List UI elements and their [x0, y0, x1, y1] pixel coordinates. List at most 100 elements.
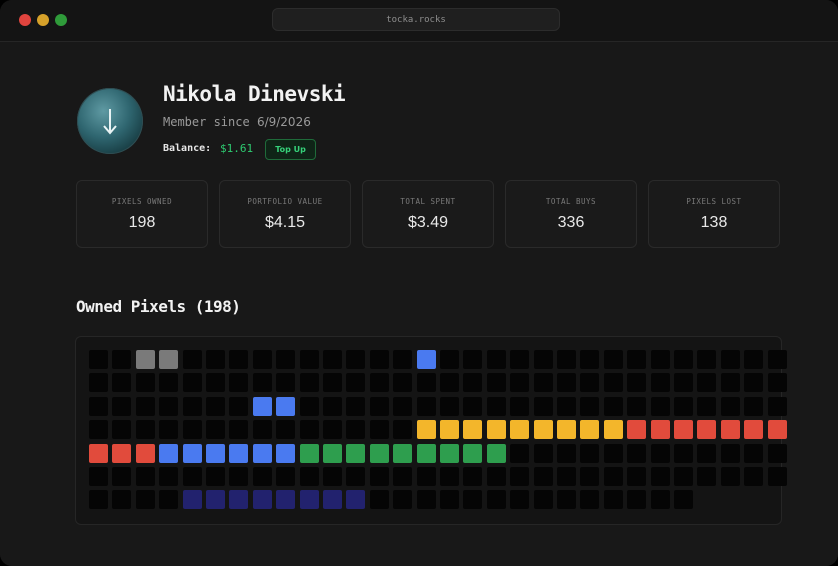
- owned-pixel-cell[interactable]: [744, 420, 764, 440]
- owned-pixel-cell[interactable]: [323, 443, 342, 463]
- owned-pixel-cell[interactable]: [229, 490, 249, 510]
- empty-pixel-cell[interactable]: [697, 396, 717, 416]
- owned-pixel-cell[interactable]: [603, 420, 623, 440]
- empty-pixel-cell[interactable]: [720, 373, 740, 393]
- empty-pixel-cell[interactable]: [767, 467, 787, 486]
- owned-pixel-cell[interactable]: [206, 490, 225, 510]
- empty-pixel-cell[interactable]: [369, 420, 389, 440]
- owned-pixel-cell[interactable]: [252, 490, 272, 510]
- owned-pixel-cell[interactable]: [229, 443, 249, 463]
- empty-pixel-cell[interactable]: [557, 443, 576, 463]
- empty-pixel-cell[interactable]: [557, 490, 576, 510]
- empty-pixel-cell[interactable]: [557, 373, 576, 393]
- empty-pixel-cell[interactable]: [346, 467, 366, 486]
- empty-pixel-cell[interactable]: [580, 443, 600, 463]
- owned-pixel-cell[interactable]: [440, 443, 459, 463]
- owned-pixel-cell[interactable]: [416, 420, 436, 440]
- empty-pixel-cell[interactable]: [627, 490, 647, 510]
- empty-pixel-cell[interactable]: [510, 467, 530, 486]
- empty-pixel-cell[interactable]: [486, 467, 506, 486]
- owned-pixel-cell[interactable]: [416, 443, 436, 463]
- empty-pixel-cell[interactable]: [533, 350, 553, 369]
- owned-pixel-cell[interactable]: [440, 420, 459, 440]
- empty-pixel-cell[interactable]: [557, 396, 576, 416]
- empty-pixel-cell[interactable]: [135, 420, 155, 440]
- empty-pixel-cell[interactable]: [135, 490, 155, 510]
- owned-pixel-cell[interactable]: [650, 420, 670, 440]
- empty-pixel-cell[interactable]: [557, 350, 576, 369]
- empty-pixel-cell[interactable]: [650, 373, 670, 393]
- empty-pixel-cell[interactable]: [720, 443, 740, 463]
- empty-pixel-cell[interactable]: [557, 467, 576, 486]
- empty-pixel-cell[interactable]: [697, 467, 717, 486]
- empty-pixel-cell[interactable]: [533, 443, 553, 463]
- empty-pixel-cell[interactable]: [720, 396, 740, 416]
- owned-pixel-cell[interactable]: [135, 443, 155, 463]
- owned-pixel-cell[interactable]: [299, 490, 319, 510]
- owned-pixel-cell[interactable]: [510, 420, 530, 440]
- owned-pixel-cell[interactable]: [767, 420, 787, 440]
- empty-pixel-cell[interactable]: [393, 373, 413, 393]
- owned-pixel-cell[interactable]: [159, 443, 179, 463]
- empty-pixel-cell[interactable]: [369, 373, 389, 393]
- empty-pixel-cell[interactable]: [416, 373, 436, 393]
- owned-pixel-cell[interactable]: [720, 420, 740, 440]
- empty-pixel-cell[interactable]: [135, 467, 155, 486]
- empty-pixel-cell[interactable]: [580, 373, 600, 393]
- empty-pixel-cell[interactable]: [393, 490, 413, 510]
- empty-pixel-cell[interactable]: [89, 420, 108, 440]
- owned-pixel-cell[interactable]: [393, 443, 413, 463]
- empty-pixel-cell[interactable]: [182, 373, 202, 393]
- owned-pixel-cell[interactable]: [182, 490, 202, 510]
- empty-pixel-cell[interactable]: [206, 420, 225, 440]
- empty-pixel-cell[interactable]: [393, 420, 413, 440]
- empty-pixel-cell[interactable]: [720, 350, 740, 369]
- empty-pixel-cell[interactable]: [463, 467, 483, 486]
- owned-pixel-cell[interactable]: [276, 490, 296, 510]
- empty-pixel-cell[interactable]: [486, 490, 506, 510]
- empty-pixel-cell[interactable]: [369, 350, 389, 369]
- empty-pixel-cell[interactable]: [627, 350, 647, 369]
- empty-pixel-cell[interactable]: [112, 350, 132, 369]
- empty-pixel-cell[interactable]: [603, 443, 623, 463]
- empty-pixel-cell[interactable]: [580, 396, 600, 416]
- empty-pixel-cell[interactable]: [229, 350, 249, 369]
- empty-pixel-cell[interactable]: [720, 467, 740, 486]
- empty-pixel-cell[interactable]: [369, 490, 389, 510]
- empty-pixel-cell[interactable]: [346, 373, 366, 393]
- empty-pixel-cell[interactable]: [486, 396, 506, 416]
- empty-pixel-cell[interactable]: [229, 420, 249, 440]
- empty-pixel-cell[interactable]: [767, 373, 787, 393]
- empty-pixel-cell[interactable]: [744, 350, 764, 369]
- empty-pixel-cell[interactable]: [674, 467, 693, 486]
- empty-pixel-cell[interactable]: [206, 350, 225, 369]
- owned-pixel-cell[interactable]: [276, 443, 296, 463]
- empty-pixel-cell[interactable]: [299, 396, 319, 416]
- empty-pixel-cell[interactable]: [276, 373, 296, 393]
- owned-pixel-cell[interactable]: [674, 420, 693, 440]
- empty-pixel-cell[interactable]: [323, 467, 342, 486]
- empty-pixel-cell[interactable]: [89, 373, 108, 393]
- close-window-button[interactable]: [19, 14, 31, 26]
- empty-pixel-cell[interactable]: [323, 373, 342, 393]
- empty-pixel-cell[interactable]: [299, 467, 319, 486]
- empty-pixel-cell[interactable]: [159, 396, 179, 416]
- empty-pixel-cell[interactable]: [252, 373, 272, 393]
- empty-pixel-cell[interactable]: [533, 396, 553, 416]
- empty-pixel-cell[interactable]: [393, 396, 413, 416]
- owned-pixel-cell[interactable]: [252, 396, 272, 416]
- empty-pixel-cell[interactable]: [767, 350, 787, 369]
- owned-pixel-cell[interactable]: [486, 443, 506, 463]
- empty-pixel-cell[interactable]: [697, 350, 717, 369]
- empty-pixel-cell[interactable]: [580, 490, 600, 510]
- empty-pixel-cell[interactable]: [206, 396, 225, 416]
- empty-pixel-cell[interactable]: [580, 467, 600, 486]
- empty-pixel-cell[interactable]: [112, 467, 132, 486]
- empty-pixel-cell[interactable]: [112, 373, 132, 393]
- empty-pixel-cell[interactable]: [252, 350, 272, 369]
- address-bar[interactable]: tocka.rocks: [272, 8, 560, 31]
- empty-pixel-cell[interactable]: [463, 396, 483, 416]
- empty-pixel-cell[interactable]: [510, 373, 530, 393]
- empty-pixel-cell[interactable]: [674, 396, 693, 416]
- owned-pixel-cell[interactable]: [159, 350, 179, 369]
